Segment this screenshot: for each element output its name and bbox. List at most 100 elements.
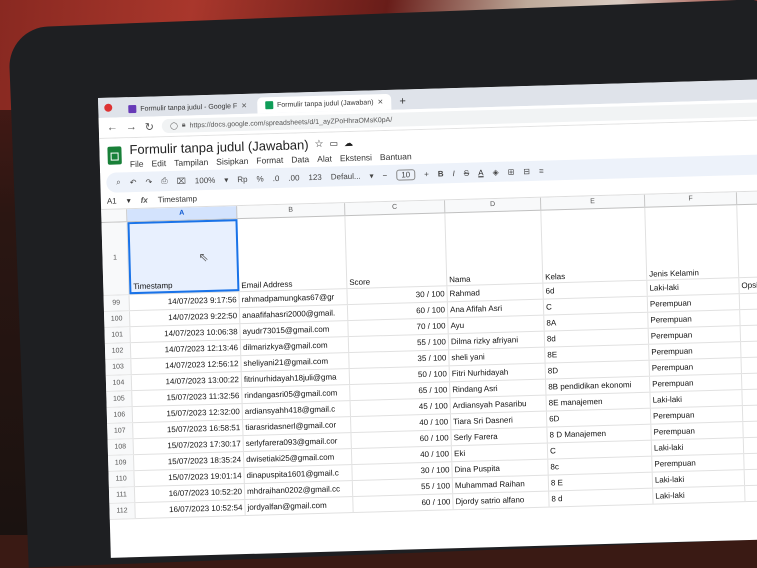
cell-score[interactable]: 30 / 100 [347, 286, 448, 305]
cell-nama[interactable]: sheli yani [449, 347, 546, 366]
close-icon[interactable]: ✕ [377, 98, 383, 106]
row-number[interactable]: 109 [107, 455, 135, 471]
cell-extra[interactable] [741, 372, 757, 390]
cell-kelas[interactable]: C [547, 440, 653, 459]
cloud-icon[interactable]: ☁ [344, 137, 353, 148]
cell-jenis-kelamin[interactable]: Laki-laki [652, 470, 746, 488]
browser-menu-icon[interactable] [104, 103, 113, 112]
cell-score[interactable]: 30 / 100 [352, 462, 453, 481]
cell-score[interactable]: 40 / 100 [351, 446, 453, 465]
menu-edit[interactable]: Edit [151, 158, 166, 168]
row-number[interactable]: 100 [103, 311, 131, 327]
cell-kelas[interactable]: 8d [544, 328, 650, 347]
back-icon[interactable]: ← [107, 121, 118, 133]
cell-nama[interactable]: Ardiansyah Pasaribu [450, 395, 547, 414]
reload-icon[interactable]: ↻ [145, 120, 155, 133]
name-box[interactable]: A1 [107, 196, 117, 205]
cell-extra[interactable]: Opsi [739, 276, 757, 294]
decrease-decimal-button[interactable]: .0 [273, 173, 280, 182]
cell-header[interactable]: Email Address [237, 216, 348, 292]
row-number[interactable]: 99 [103, 295, 130, 311]
cell-jenis-kelamin[interactable]: Perempuan [648, 310, 741, 328]
select-all-corner[interactable] [101, 209, 128, 222]
cell-jenis-kelamin[interactable]: Perempuan [649, 358, 742, 376]
cell-email[interactable]: anaafifahasri2000@gmail. [239, 305, 349, 324]
cell-timestamp[interactable]: 14/07/2023 9:17:56 [129, 292, 240, 311]
cell-email[interactable]: mhdraihan0202@gmail.cc [244, 481, 354, 500]
row-number[interactable]: 102 [104, 343, 132, 359]
bold-button[interactable]: B [438, 169, 444, 178]
print-icon[interactable]: ⎙ [161, 176, 168, 186]
column-header-g[interactable] [736, 190, 757, 205]
close-icon[interactable]: ✕ [241, 102, 247, 110]
cell-email[interactable]: ayudr73015@gmail.com [240, 321, 349, 340]
menu-extensions[interactable]: Ekstensi [340, 152, 372, 163]
sheets-logo-icon[interactable] [107, 146, 122, 165]
cell-timestamp[interactable]: 15/07/2023 19:01:14 [134, 468, 245, 487]
cell-timestamp[interactable]: 15/07/2023 18:35:24 [133, 452, 245, 471]
row-number[interactable]: 106 [106, 407, 134, 423]
cell-kelas[interactable]: 8c [548, 456, 653, 475]
cell-jenis-kelamin[interactable]: Perempuan [650, 406, 744, 424]
cell-kelas[interactable]: 8 E [548, 472, 654, 491]
cell-header[interactable]: Kelas [541, 207, 648, 283]
decrease-font-icon[interactable]: − [382, 170, 387, 179]
cell-nama[interactable]: Dilma rizky afriyani [448, 331, 546, 350]
cell-timestamp[interactable]: 15/07/2023 17:30:17 [133, 436, 244, 455]
row-number[interactable]: 103 [105, 359, 132, 375]
menu-file[interactable]: File [130, 158, 144, 168]
cell-kelas[interactable]: C [543, 296, 649, 315]
folder-icon[interactable]: ▭ [329, 138, 338, 149]
cell-kelas[interactable]: 8 d [549, 488, 654, 507]
cell-email[interactable]: serlyfarera093@gmail.cor [243, 433, 352, 452]
align-icon[interactable]: ≡ [539, 166, 544, 175]
cell-email[interactable]: rahmadpamungkas67@gr [239, 289, 348, 308]
menu-tools[interactable]: Alat [317, 153, 332, 163]
cell-jenis-kelamin[interactable]: Perempuan [649, 342, 742, 360]
borders-icon[interactable]: ⊞ [508, 167, 515, 176]
cell-header[interactable]: Score [345, 213, 448, 289]
text-color-button[interactable]: A [478, 168, 484, 177]
italic-button[interactable]: I [452, 169, 454, 178]
cell-nama[interactable]: Muhammad Raihan [452, 475, 550, 494]
menu-format[interactable]: Format [256, 154, 283, 165]
row-number[interactable]: 112 [109, 503, 136, 519]
cell-extra[interactable] [745, 484, 757, 502]
cell-empty[interactable] [737, 203, 757, 278]
cell-extra[interactable] [739, 292, 757, 310]
row-number[interactable]: 108 [107, 439, 134, 455]
zoom-select[interactable]: 100% [195, 175, 216, 185]
cell-email[interactable]: dilmarizkya@gmail.com [240, 337, 350, 356]
cell-extra[interactable] [743, 420, 757, 438]
cell-email[interactable]: jordyalfan@gmail.com [245, 497, 354, 516]
cell-jenis-kelamin[interactable]: Perempuan [649, 374, 743, 392]
cell-extra[interactable] [741, 356, 757, 374]
cell-kelas[interactable]: 6d [543, 280, 648, 299]
forward-icon[interactable]: → [126, 121, 137, 133]
cell-email[interactable]: dinapuspita1601@gmail.c [244, 465, 353, 484]
cell-jenis-kelamin[interactable]: Laki-laki [647, 278, 740, 296]
cell-score[interactable]: 35 / 100 [349, 350, 450, 369]
cell-header[interactable]: Nama [445, 210, 544, 286]
cell-nama[interactable]: Tiara Sri Dasneri [450, 411, 548, 430]
merge-cells-icon[interactable]: ⊟ [523, 166, 530, 175]
cell-extra[interactable] [740, 308, 757, 326]
cell-kelas[interactable]: 8D [545, 360, 650, 379]
cell-score[interactable]: 45 / 100 [350, 398, 451, 417]
cell-kelas[interactable]: 8B pendidikan ekonomi [546, 376, 651, 395]
cell-score[interactable]: 60 / 100 [353, 494, 454, 513]
cell-kelas[interactable]: 8E manajemen [546, 392, 651, 411]
cell-jenis-kelamin[interactable]: Laki-laki [650, 390, 743, 408]
fill-color-icon[interactable]: ◈ [492, 167, 498, 176]
cell-jenis-kelamin[interactable]: Perempuan [651, 422, 744, 440]
cell-email[interactable]: fitrinurhidayah18juli@gma [241, 369, 351, 388]
cell-timestamp[interactable]: 14/07/2023 9:22:50 [129, 308, 241, 327]
cell-jenis-kelamin[interactable]: Perempuan [652, 454, 745, 472]
row-number[interactable]: 105 [106, 391, 133, 407]
cell-nama[interactable]: Dina Puspita [452, 459, 549, 478]
row-number[interactable]: 110 [108, 471, 135, 487]
undo-icon[interactable]: ↶ [130, 177, 137, 186]
menu-data[interactable]: Data [291, 154, 309, 164]
star-icon[interactable]: ☆ [314, 138, 323, 149]
cell-timestamp[interactable]: 14/07/2023 10:06:38 [130, 324, 241, 343]
